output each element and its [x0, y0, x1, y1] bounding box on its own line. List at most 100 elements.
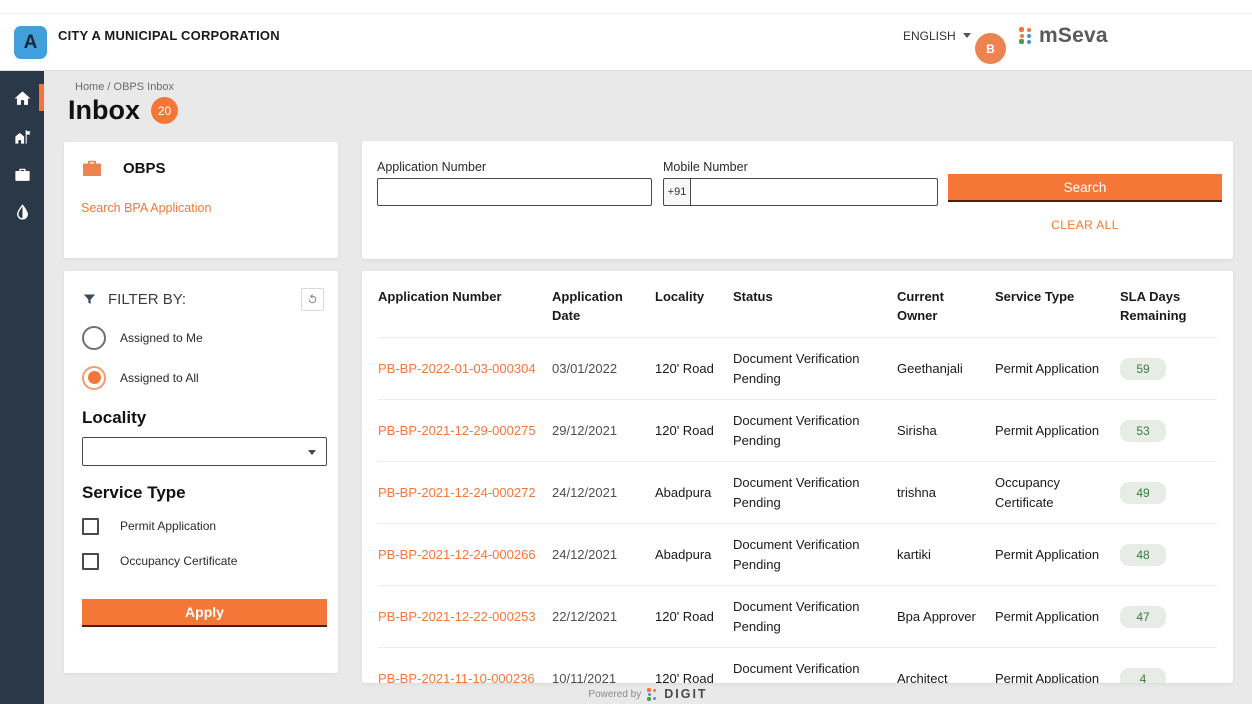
inbox-count-badge: 20 — [151, 97, 178, 124]
mseva-logo: mSeva — [1019, 0, 1108, 71]
obps-module-header: OBPS — [64, 142, 338, 180]
locality-cell: Abadpura — [655, 545, 733, 565]
application-number-link[interactable]: PB-BP-2021-12-29-000275 — [378, 423, 536, 438]
language-selector[interactable]: ENGLISH — [903, 0, 971, 71]
status-cell: Document Verification Pending — [733, 349, 897, 388]
mobile-prefix: +91 — [663, 178, 690, 206]
search-button[interactable]: Search — [948, 174, 1222, 202]
checkbox-permit-application[interactable] — [82, 518, 99, 535]
column-header: Locality — [655, 288, 733, 307]
status-cell: Document Verification Pending — [733, 659, 897, 683]
mobile-number-field: Mobile Number +91 — [663, 160, 938, 206]
home-icon — [13, 89, 32, 108]
application-date-cell: 03/01/2022 — [552, 359, 655, 379]
mobile-number-input[interactable] — [690, 178, 938, 206]
city-logo: A — [14, 26, 47, 59]
service-type-cell: Permit Application — [995, 669, 1120, 683]
table-body: PB-BP-2022-01-03-000304 03/01/2022120' Ro… — [378, 337, 1217, 683]
breadcrumb[interactable]: Home / OBPS Inbox — [75, 81, 174, 93]
application-number-link[interactable]: PB-BP-2021-12-22-000253 — [378, 609, 536, 624]
locality-cell: Abadpura — [655, 483, 733, 503]
search-bpa-application-link[interactable]: Search BPA Application — [81, 201, 322, 215]
language-label: ENGLISH — [903, 29, 956, 43]
current-owner-cell: Architect — [897, 669, 995, 683]
table-row: PB-BP-2021-12-24-000266 24/12/2021Abadpur… — [378, 523, 1217, 585]
service-type-cell: Permit Application — [995, 421, 1120, 441]
digit-brand-text: DIGIT — [664, 687, 707, 701]
column-header: Current Owner — [897, 288, 995, 326]
service-type-cell: Permit Application — [995, 545, 1120, 565]
locality-cell: 120' Road — [655, 359, 733, 379]
application-number-link[interactable]: PB-BP-2021-12-24-000272 — [378, 485, 536, 500]
filter-funnel-icon — [82, 292, 97, 307]
current-owner-cell: trishna — [897, 483, 995, 503]
checkbox-row: Occupancy Certificate — [82, 549, 324, 573]
filter-header: FILTER BY: — [82, 287, 324, 311]
checkbox-label: Occupancy Certificate — [120, 554, 237, 568]
service-type-checkbox-group: Permit Application Occupancy Certificate — [82, 514, 324, 573]
current-owner-cell: kartiki — [897, 545, 995, 565]
column-header: Application Date — [552, 288, 655, 326]
current-owner-cell: Geethanjali — [897, 359, 995, 379]
service-type-heading: Service Type — [82, 483, 324, 503]
radio-row: Assigned to All — [82, 364, 324, 391]
table-row: PB-BP-2021-12-22-00025322/12/2021120' Ro… — [378, 585, 1217, 647]
sidebar-item-employee[interactable] — [0, 155, 44, 193]
radio-assigned-to-all[interactable] — [82, 366, 106, 390]
radio-assigned-to-me[interactable] — [82, 326, 106, 350]
sla-days-badge: 4 — [1120, 668, 1166, 684]
locality-select[interactable] — [82, 437, 327, 466]
column-header: Application Number — [378, 288, 552, 307]
application-number-link[interactable]: PB-BP-2022-01-03-000304 — [378, 361, 536, 376]
checkbox-row: Permit Application — [82, 514, 324, 538]
application-date-cell: 10/11/2021 — [552, 669, 655, 683]
search-panel: Application Number Mobile Number +91 Sea… — [362, 141, 1233, 259]
sidebar-item-home[interactable] — [0, 79, 44, 117]
application-date-cell: 22/12/2021 — [552, 607, 655, 627]
powered-by-text: Powered by — [588, 689, 641, 700]
page-title-row: Inbox 20 — [68, 95, 178, 126]
service-type-cell: Permit Application — [995, 607, 1120, 627]
application-date-cell: 24/12/2021 — [552, 545, 655, 565]
locality-heading: Locality — [82, 408, 324, 428]
table-row: PB-BP-2022-01-03-000304 03/01/2022120' Ro… — [378, 337, 1217, 399]
table-row: PB-BP-2021-11-10-00023610/11/2021120' Ro… — [378, 647, 1217, 683]
status-cell: Document Verification Pending — [733, 473, 897, 512]
obps-module-card: OBPS Search BPA Application — [64, 142, 338, 258]
current-owner-cell: Sirisha — [897, 421, 995, 441]
sidebar-item-municipal-services[interactable] — [0, 117, 44, 155]
sidebar-item-water[interactable] — [0, 193, 44, 231]
application-date-cell: 24/12/2021 — [552, 483, 655, 503]
sla-days-badge: 49 — [1120, 482, 1166, 504]
page-title: Inbox — [68, 95, 140, 126]
current-owner-cell: Bpa Approver — [897, 607, 995, 627]
checkbox-label: Permit Application — [120, 519, 216, 533]
apply-button[interactable]: Apply — [82, 599, 327, 627]
application-date-cell: 29/12/2021 — [552, 421, 655, 441]
radio-row: Assigned to Me — [82, 324, 324, 351]
sla-days-badge: 53 — [1120, 420, 1166, 442]
sla-days-badge: 47 — [1120, 606, 1166, 628]
application-number-link[interactable]: PB-BP-2021-12-24-000266 — [378, 547, 536, 562]
sidebar-active-indicator — [39, 84, 44, 111]
obps-inbox-page: A CITY A MUNICIPAL CORPORATION ENGLISH B… — [0, 0, 1252, 704]
status-cell: Document Verification Pending — [733, 597, 897, 636]
obps-module-title: OBPS — [123, 160, 166, 177]
application-number-link[interactable]: PB-BP-2021-11-10-000236 — [378, 671, 535, 683]
application-number-field: Application Number — [377, 160, 652, 206]
main-content: Home / OBPS Inbox Inbox 20 OBPS Search B… — [44, 71, 1252, 704]
table-row: PB-BP-2021-12-24-000272 24/12/2021Abadpur… — [378, 461, 1217, 523]
user-avatar[interactable]: B — [975, 33, 1006, 64]
sidebar — [0, 71, 44, 704]
filter-panel: FILTER BY: Assigned to Me Assigned to All… — [64, 271, 338, 673]
application-number-input[interactable] — [377, 178, 652, 206]
table-row: PB-BP-2021-12-29-00027529/12/2021120' Ro… — [378, 399, 1217, 461]
sla-days-badge: 59 — [1120, 358, 1166, 380]
filter-refresh-button[interactable] — [301, 288, 324, 311]
assignment-radio-group: Assigned to Me Assigned to All — [82, 324, 324, 391]
org-name: CITY A MUNICIPAL CORPORATION — [58, 0, 280, 71]
select-caret-icon — [308, 450, 316, 455]
checkbox-occupancy-certificate[interactable] — [82, 553, 99, 570]
clear-all-link[interactable]: CLEAR ALL — [948, 218, 1222, 232]
briefcase-icon — [13, 165, 32, 184]
